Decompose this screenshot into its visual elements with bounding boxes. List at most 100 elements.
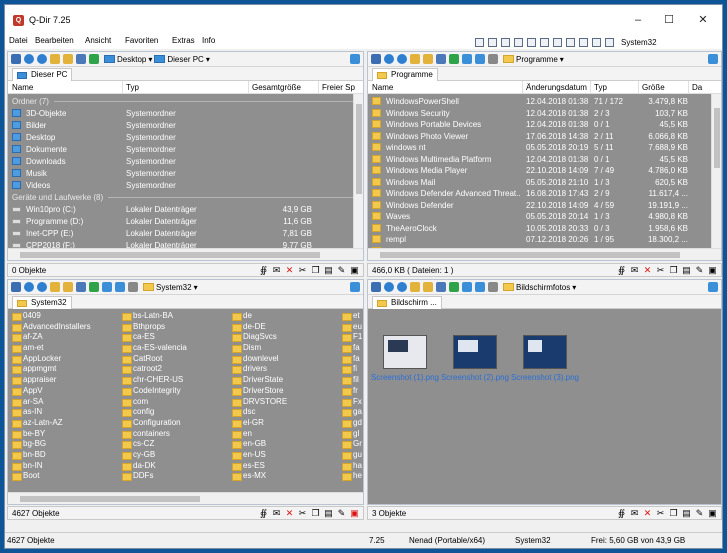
forward-icon[interactable] bbox=[397, 282, 407, 292]
layout-icon[interactable] bbox=[501, 37, 510, 47]
layout-icon[interactable] bbox=[553, 37, 562, 47]
list-item[interactable]: ca-ES bbox=[120, 332, 187, 343]
path-segment[interactable]: Programme bbox=[516, 55, 558, 64]
list-item[interactable]: es-ES bbox=[230, 461, 287, 472]
view-icon[interactable] bbox=[371, 54, 381, 64]
table-row[interactable]: rempl 07.12.2018 20:26 1 / 95 18.300,2 ... bbox=[368, 233, 711, 245]
mail-icon[interactable]: ✉ bbox=[630, 509, 639, 518]
list-item[interactable]: appmgmt bbox=[10, 364, 91, 375]
new-folder-icon[interactable] bbox=[63, 54, 73, 64]
refresh-icon[interactable] bbox=[89, 54, 99, 64]
address-path[interactable]: System32 ▾ bbox=[143, 283, 198, 292]
list-item[interactable]: chr-CHER-US bbox=[120, 375, 187, 386]
list-item[interactable]: fil bbox=[340, 375, 362, 386]
vertical-scrollbar[interactable] bbox=[711, 94, 721, 248]
list-item[interactable]: gd bbox=[340, 418, 362, 429]
mail-icon[interactable]: ✉ bbox=[630, 266, 639, 275]
delete-icon[interactable]: ✕ bbox=[643, 266, 652, 275]
list-item[interactable]: Dokumente Systemordner bbox=[8, 143, 353, 155]
layout-icon[interactable] bbox=[527, 37, 536, 47]
tab-bildschirmfotos[interactable]: Bildschirm ... bbox=[372, 296, 442, 309]
list-item[interactable]: fa bbox=[340, 354, 362, 365]
refresh-icon[interactable] bbox=[449, 282, 459, 292]
thumbnail-item[interactable]: Screenshot (3).png bbox=[510, 335, 580, 382]
back-icon[interactable] bbox=[24, 54, 34, 64]
table-row[interactable]: WindowsPowerShell 12.04.2018 01:38 71 / 17… bbox=[368, 95, 711, 107]
group-header[interactable]: Geräte und Laufwerke (8) bbox=[8, 191, 353, 203]
list-item[interactable]: dsc bbox=[230, 407, 287, 418]
menu-icon[interactable] bbox=[708, 282, 718, 292]
views-icon[interactable] bbox=[436, 54, 446, 64]
up-icon[interactable] bbox=[410, 282, 420, 292]
list-item[interactable]: Win10pro (C:) Lokaler Datenträger 43,9 GB bbox=[8, 203, 353, 215]
thumbnail-item[interactable]: Screenshot (2).png bbox=[440, 335, 510, 382]
list-item[interactable]: cs-CZ bbox=[120, 439, 187, 450]
list-item[interactable]: cy-GB bbox=[120, 450, 187, 461]
list-item[interactable]: as-IN bbox=[10, 407, 91, 418]
back-icon[interactable] bbox=[24, 282, 34, 292]
address-path[interactable]: Programme ▾ bbox=[503, 55, 564, 64]
list-item[interactable]: AppLocker bbox=[10, 354, 91, 365]
views-icon[interactable] bbox=[436, 282, 446, 292]
path-segment[interactable]: Desktop bbox=[117, 55, 146, 64]
filter-icon[interactable]: ∯ bbox=[617, 266, 626, 275]
list-item[interactable]: drivers bbox=[230, 364, 287, 375]
views-icon[interactable] bbox=[76, 282, 86, 292]
table-row[interactable]: TheAeroClock 10.05.2018 20:33 0 / 3 1.958,6… bbox=[368, 222, 711, 234]
horizontal-scrollbar[interactable] bbox=[8, 248, 363, 260]
properties-icon[interactable]: ▣ bbox=[708, 509, 717, 518]
list-item[interactable]: Inet-CPP (E:) Lokaler Datenträger 7,81 GB bbox=[8, 227, 353, 239]
list-item[interactable]: ar-SA bbox=[10, 397, 91, 408]
menu-icon[interactable] bbox=[350, 282, 360, 292]
minimize-button[interactable]: – bbox=[624, 11, 652, 29]
address-path[interactable]: Bildschirmfotos ▾ bbox=[503, 283, 576, 292]
cut-icon[interactable]: ✂ bbox=[656, 266, 665, 275]
back-icon[interactable] bbox=[384, 54, 394, 64]
paste-icon[interactable]: ▤ bbox=[324, 266, 333, 275]
path-segment[interactable]: Bildschirmfotos bbox=[516, 283, 570, 292]
list-item[interactable]: Downloads Systemordner bbox=[8, 155, 353, 167]
list-item[interactable]: bn-IN bbox=[10, 461, 91, 472]
filter-icon[interactable]: ∯ bbox=[617, 509, 626, 518]
new-folder-icon[interactable] bbox=[63, 282, 73, 292]
list-item[interactable]: AdvancedInstallers bbox=[10, 322, 91, 333]
column-total-size[interactable]: Gesamtgröße bbox=[252, 83, 301, 92]
pc-icon[interactable] bbox=[115, 282, 125, 292]
horizontal-scrollbar[interactable] bbox=[8, 492, 363, 504]
views-icon[interactable] bbox=[76, 54, 86, 64]
list-item[interactable]: F1 bbox=[340, 332, 362, 343]
up-icon[interactable] bbox=[50, 282, 60, 292]
copy-icon[interactable]: ❐ bbox=[311, 509, 320, 518]
tab-programme[interactable]: Programme bbox=[372, 68, 438, 81]
up-icon[interactable] bbox=[50, 54, 60, 64]
paste-icon[interactable]: ▤ bbox=[682, 266, 691, 275]
file-list[interactable]: WindowsPowerShell 12.04.2018 01:38 71 / 17… bbox=[368, 94, 711, 256]
menu-icon[interactable] bbox=[350, 54, 360, 64]
cut-icon[interactable]: ✂ bbox=[656, 509, 665, 518]
list-item[interactable]: eu bbox=[340, 322, 362, 333]
list-item[interactable]: bn-BD bbox=[10, 450, 91, 461]
column-free-space[interactable]: Freier Sp bbox=[322, 83, 355, 92]
cut-icon[interactable]: ✂ bbox=[298, 266, 307, 275]
table-row[interactable]: Waves 05.05.2018 20:14 1 / 3 4.980,8 KB bbox=[368, 210, 711, 222]
column-data[interactable]: Da bbox=[692, 83, 702, 92]
properties-icon[interactable]: ▣ bbox=[350, 266, 359, 275]
view-icon[interactable] bbox=[11, 54, 21, 64]
menu-datei[interactable]: Datei bbox=[9, 36, 28, 45]
list-item[interactable]: CodeIntegrity bbox=[120, 386, 187, 397]
list-item[interactable]: en-US bbox=[230, 450, 287, 461]
list-item[interactable]: config bbox=[120, 407, 187, 418]
delete-icon[interactable]: ✕ bbox=[285, 266, 294, 275]
delete-icon[interactable]: ✕ bbox=[643, 509, 652, 518]
copy-icon[interactable]: ❐ bbox=[669, 509, 678, 518]
list-item[interactable]: Fx bbox=[340, 397, 362, 408]
refresh-icon[interactable] bbox=[89, 282, 99, 292]
list-item[interactable]: Gr bbox=[340, 439, 362, 450]
menu-bearbeiten[interactable]: Bearbeiten bbox=[35, 36, 74, 45]
list-item[interactable]: Boot bbox=[10, 471, 91, 482]
list-item[interactable]: DDFs bbox=[120, 471, 187, 482]
thumbnail-item[interactable]: Screenshot (1).png bbox=[370, 335, 440, 382]
table-row[interactable]: Windows Defender 22.10.2018 14:09 4 / 59 19… bbox=[368, 199, 711, 211]
list-item[interactable]: gl bbox=[340, 429, 362, 440]
list-item[interactable]: et bbox=[340, 311, 362, 322]
